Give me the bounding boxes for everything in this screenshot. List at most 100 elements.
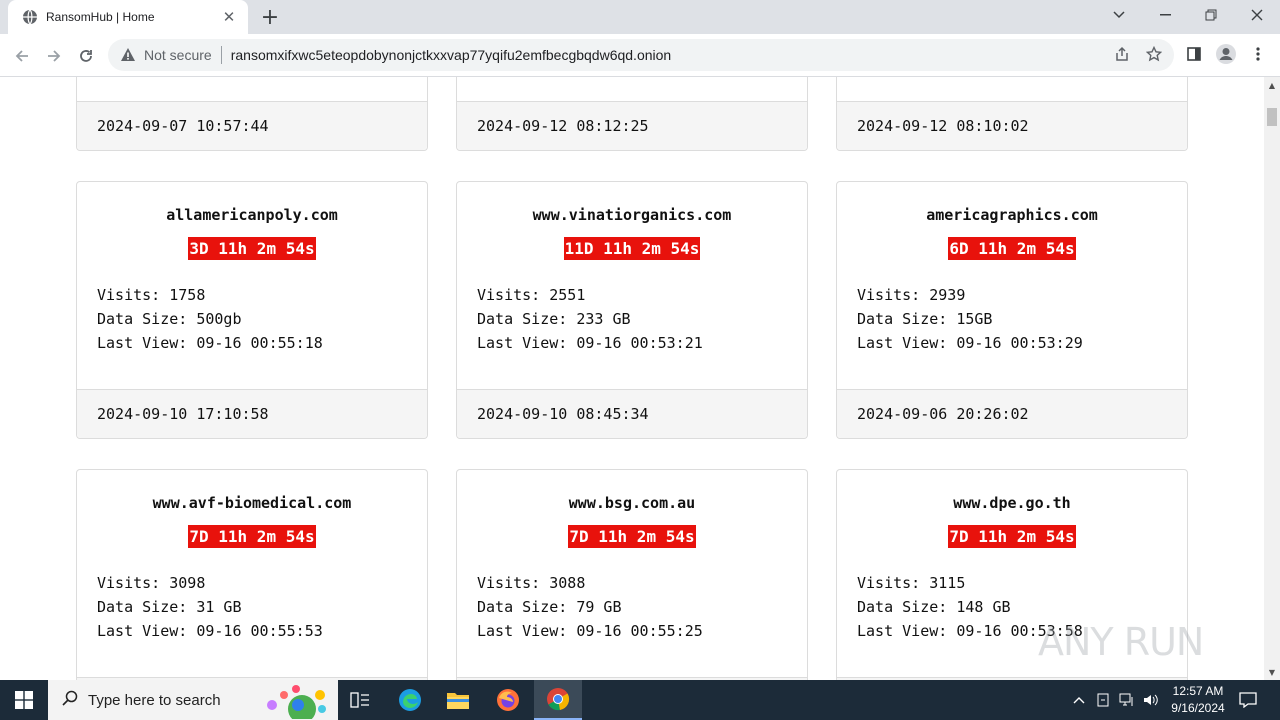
chrome-icon[interactable] (534, 680, 582, 720)
victim-card[interactable]: 2024-09-12 08:12:25 (456, 77, 808, 151)
taskbar-search[interactable]: Type here to search (48, 680, 338, 720)
search-highlight-icon (262, 683, 330, 720)
timer-text: 7D 11h 2m 54s (948, 525, 1076, 548)
back-icon[interactable] (8, 42, 36, 70)
victim-card[interactable]: www.bsg.com.au 7D 11h 2m 54s Visits: 308… (456, 469, 808, 680)
visits: Visits: 3088 (477, 574, 586, 592)
card-title[interactable]: www.dpe.go.th (837, 494, 1187, 512)
omnibox-divider (220, 46, 222, 64)
visits: Visits: 3115 (857, 574, 966, 592)
countdown-timer: 6D 11h 2m 54s (837, 237, 1187, 260)
victim-card[interactable]: americagraphics.com 6D 11h 2m 54s Visits… (836, 181, 1188, 439)
last-view: Last View: 09-16 00:55:18 (97, 334, 323, 352)
visits: Visits: 2939 (857, 286, 966, 304)
visits: Visits: 2551 (477, 286, 586, 304)
card-date: 2024-09-12 08:12:25 (457, 101, 807, 150)
countdown-timer: 11D 11h 2m 54s (457, 237, 807, 260)
victim-card[interactable]: 2024-09-12 08:10:02 (836, 77, 1188, 151)
timer-text: 3D 11h 2m 54s (188, 237, 316, 260)
last-view: Last View: 09-16 00:55:53 (97, 622, 323, 640)
victim-card[interactable]: www.vinatiorganics.com 11D 11h 2m 54s Vi… (456, 181, 808, 439)
security-label[interactable]: Not secure (144, 47, 212, 63)
card-stats: Visits: 3098 Data Size: 31 GB Last View: 0… (97, 571, 323, 643)
card-title[interactable]: americagraphics.com (837, 206, 1187, 224)
search-placeholder: Type here to search (88, 691, 221, 709)
victim-card[interactable]: allamericanpoly.com 3D 11h 2m 54s Visits… (76, 181, 428, 439)
windows-icon[interactable] (0, 680, 48, 720)
url-text[interactable]: ransomxifxwc5eteopdobynonjctkxxvap77yqif… (231, 47, 672, 63)
chevron-up-icon[interactable] (1068, 680, 1090, 720)
last-view: Last View: 09-16 00:53:21 (477, 334, 703, 352)
network-icon[interactable] (1116, 680, 1138, 720)
countdown-timer: 7D 11h 2m 54s (77, 525, 427, 548)
browser-toolbar: Not secure ransomxifxwc5eteopdobynonjctk… (0, 34, 1280, 77)
security-tray-icon[interactable] (1092, 680, 1114, 720)
card-body: www.bsg.com.au 7D 11h 2m 54s Visits: 308… (457, 470, 807, 677)
windows-taskbar: Type here to search 12:57 AM 9/16/2024 (0, 680, 1280, 720)
card-body (837, 77, 1187, 101)
card-stats: Visits: 3088 Data Size: 79 GB Last View: 0… (477, 571, 703, 643)
scroll-down-icon[interactable]: ▼ (1264, 664, 1280, 680)
timer-text: 7D 11h 2m 54s (188, 525, 316, 548)
close-icon[interactable]: ✕ (220, 8, 238, 26)
page-viewport: 2024-09-07 10:57:44 2024-09-12 08:12:25 … (0, 77, 1264, 680)
menu-icon[interactable] (1246, 42, 1270, 66)
tab-title: RansomHub | Home (46, 10, 155, 24)
window-close-icon[interactable] (1234, 0, 1280, 30)
data-size: Data Size: 31 GB (97, 598, 242, 616)
firefox-icon[interactable] (484, 680, 532, 720)
browser-tab[interactable]: RansomHub | Home ✕ (8, 0, 248, 34)
reload-icon[interactable] (72, 42, 100, 70)
minimize-icon[interactable] (1142, 0, 1188, 30)
last-view: Last View: 09-16 00:55:25 (477, 622, 703, 640)
countdown-timer: 7D 11h 2m 54s (457, 525, 807, 548)
data-size: Data Size: 233 GB (477, 310, 631, 328)
plus-icon[interactable]: + (258, 5, 282, 30)
chevron-down-icon[interactable] (1096, 0, 1142, 30)
countdown-timer: 3D 11h 2m 54s (77, 237, 427, 260)
clock-date: 9/16/2024 (1171, 701, 1225, 715)
page-scrollbar[interactable]: ▲ ▼ (1264, 77, 1280, 680)
victim-card[interactable]: www.avf-biomedical.com 7D 11h 2m 54s Vis… (76, 469, 428, 680)
card-date: 2024-09-10 08:45:34 (457, 389, 807, 438)
scroll-up-icon[interactable]: ▲ (1264, 77, 1280, 93)
card-title[interactable]: www.bsg.com.au (457, 494, 807, 512)
scroll-thumb[interactable] (1267, 108, 1277, 126)
card-date: 2024-09-12 08:10:02 (837, 101, 1187, 150)
notification-icon[interactable] (1236, 680, 1260, 720)
timer-text: 7D 11h 2m 54s (568, 525, 696, 548)
tab-strip: RansomHub | Home ✕ + (0, 0, 1280, 34)
victim-card[interactable]: 2024-09-07 10:57:44 (76, 77, 428, 151)
card-stats: Visits: 1758 Data Size: 500gb Last View: 0… (97, 283, 323, 355)
taskbar-clock[interactable]: 12:57 AM 9/16/2024 (1162, 683, 1234, 717)
file-explorer-icon[interactable] (434, 680, 482, 720)
card-date: 2024-09-07 10:57:44 (77, 101, 427, 150)
warning-icon[interactable] (120, 47, 136, 63)
star-icon[interactable] (1142, 42, 1166, 66)
anyrun-watermark: ANY RUN (1038, 620, 1204, 664)
timer-text: 11D 11h 2m 54s (563, 237, 701, 260)
volume-icon[interactable] (1140, 680, 1162, 720)
card-title[interactable]: www.avf-biomedical.com (77, 494, 427, 512)
data-size: Data Size: 500gb (97, 310, 242, 328)
card-body: americagraphics.com 6D 11h 2m 54s Visits… (837, 182, 1187, 389)
sidepanel-icon[interactable] (1182, 42, 1206, 66)
clock-time: 12:57 AM (1172, 684, 1224, 698)
restore-icon[interactable] (1188, 0, 1234, 30)
card-stats: Visits: 2939 Data Size: 15GB Last View: 09… (857, 283, 1083, 355)
countdown-timer: 7D 11h 2m 54s (837, 525, 1187, 548)
card-body: www.vinatiorganics.com 11D 11h 2m 54s Vi… (457, 182, 807, 389)
edge-icon[interactable] (386, 680, 434, 720)
data-size: Data Size: 79 GB (477, 598, 622, 616)
profile-icon[interactable] (1214, 42, 1238, 66)
share-icon[interactable] (1110, 42, 1134, 66)
card-date: 2024-09-10 17:10:58 (77, 389, 427, 438)
card-stats: Visits: 2551 Data Size: 233 GB Last View: … (477, 283, 703, 355)
address-bar[interactable]: Not secure ransomxifxwc5eteopdobynonjctk… (108, 39, 1174, 71)
forward-icon[interactable] (40, 42, 68, 70)
globe-icon (22, 9, 38, 25)
timer-text: 6D 11h 2m 54s (948, 237, 1076, 260)
card-title[interactable]: www.vinatiorganics.com (457, 206, 807, 224)
task-view-icon[interactable] (336, 680, 384, 720)
card-title[interactable]: allamericanpoly.com (77, 206, 427, 224)
